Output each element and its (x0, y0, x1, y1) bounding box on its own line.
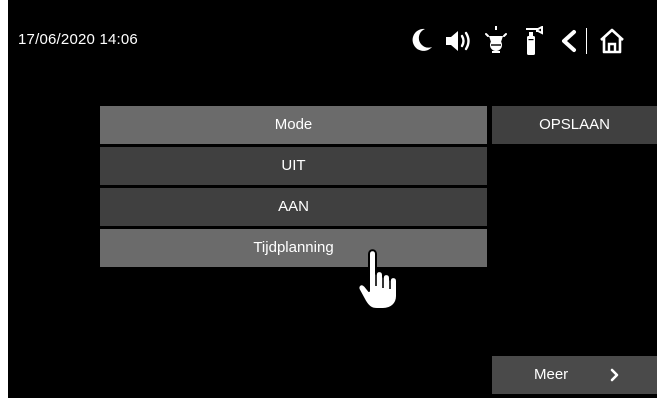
icon-divider (586, 28, 587, 54)
mode-option-tijdplanning[interactable]: Tijdplanning (100, 229, 487, 267)
back-chevron-icon[interactable] (559, 29, 579, 53)
save-button[interactable]: OPSLAAN (492, 106, 657, 144)
mode-header: Mode (100, 106, 487, 144)
alarm-bell-icon[interactable] (485, 26, 507, 54)
more-button-label: Meer (534, 366, 569, 383)
mode-option-aan[interactable]: AAN (100, 188, 487, 226)
status-icon-bar (402, 24, 652, 58)
date-time-display: 17/06/2020 14:06 (18, 31, 138, 48)
more-button[interactable]: Meer (492, 356, 657, 394)
pointing-hand-icon (355, 246, 405, 317)
speaker-icon[interactable] (444, 29, 474, 53)
mode-option-uit[interactable]: UIT (100, 147, 487, 185)
home-icon[interactable] (598, 27, 626, 55)
intercom-screen: 17/06/2020 14:06 Mode UIT AAN Tijdplanni… (8, 0, 657, 398)
fire-extinguisher-icon[interactable] (524, 26, 544, 56)
moon-icon[interactable] (410, 27, 434, 53)
chevron-right-icon (610, 368, 620, 386)
